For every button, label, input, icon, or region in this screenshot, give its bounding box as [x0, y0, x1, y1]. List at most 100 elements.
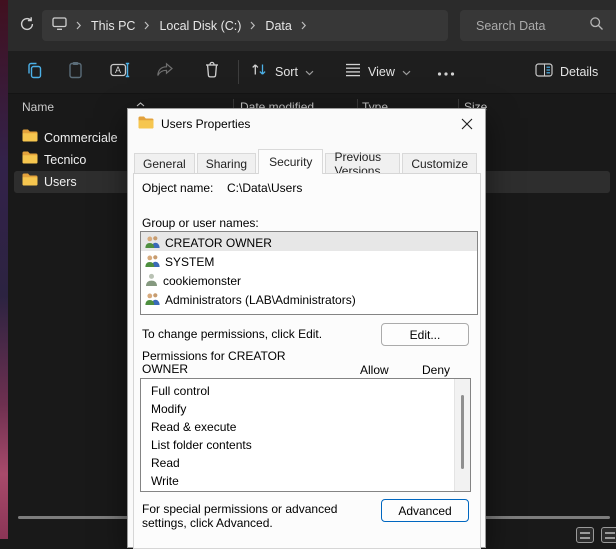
search-placeholder: Search Data [476, 19, 589, 33]
this-pc-icon [52, 17, 67, 35]
group-name: SYSTEM [165, 255, 214, 269]
view-button[interactable]: View [345, 51, 411, 93]
allow-column-label: Allow [360, 363, 389, 377]
command-toolbar: A Sort View [8, 51, 616, 94]
permission-read-execute[interactable]: Read & execute [141, 418, 470, 436]
more-icon [437, 63, 455, 81]
details-pane-button[interactable]: Details [535, 51, 598, 93]
breadcrumb-local-disk-c[interactable]: Local Disk (C:) [159, 19, 241, 33]
folder-icon [22, 129, 38, 147]
chevron-right-icon [144, 21, 150, 30]
rename-button[interactable]: A [103, 51, 137, 93]
permissions-for-label: Permissions for CREATOR OWNER [142, 350, 312, 376]
security-tab-page: Object name: C:\Data\Users Group or user… [133, 173, 481, 549]
scrollbar-thumb[interactable] [461, 395, 464, 469]
permission-list-folder-contents[interactable]: List folder contents [141, 436, 470, 454]
group-name: Administrators (LAB\Administrators) [165, 293, 356, 307]
rename-icon: A [110, 62, 131, 83]
object-name-value: C:\Data\Users [227, 181, 302, 195]
paste-icon [67, 61, 84, 84]
navigation-bar: This PC Local Disk (C:) Data Search Data [8, 0, 616, 51]
close-button[interactable] [459, 117, 475, 133]
tab-previous-versions[interactable]: Previous Versions [325, 153, 400, 174]
desktop-wallpaper-edge [0, 0, 8, 539]
sort-icon [250, 62, 268, 82]
group-icon [145, 254, 160, 270]
folder-icon [138, 116, 154, 132]
group-name: cookiemonster [163, 274, 241, 288]
permission-full-control[interactable]: Full control [141, 382, 470, 400]
folder-icon [22, 173, 38, 191]
chevron-right-icon [76, 21, 82, 30]
advanced-button[interactable]: Advanced [381, 499, 469, 522]
copy-button[interactable] [20, 51, 50, 93]
vertical-scrollbar[interactable] [454, 379, 470, 491]
column-header-name[interactable]: Name [22, 100, 54, 114]
file-name: Users [44, 175, 77, 189]
group-item-cookiemonster[interactable]: cookiemonster [141, 270, 477, 289]
share-icon [156, 62, 174, 83]
sort-button[interactable]: Sort [250, 51, 314, 93]
folder-icon [22, 151, 38, 169]
dialog-tabstrip: General Sharing Security Previous Versio… [134, 149, 479, 174]
delete-button[interactable] [196, 51, 228, 93]
chevron-right-icon [250, 21, 256, 30]
breadcrumb-data[interactable]: Data [265, 19, 291, 33]
group-user-names-listbox[interactable]: CREATOR OWNER SYSTEM cookiemonster Admin… [140, 231, 478, 315]
dialog-title: Users Properties [161, 117, 250, 131]
share-button[interactable] [149, 51, 181, 93]
sort-label: Sort [275, 65, 298, 79]
user-icon [145, 273, 158, 289]
dialog-titlebar: Users Properties [128, 109, 485, 139]
details-pane-icon [535, 63, 553, 82]
edit-button-label: Edit... [410, 328, 441, 342]
toolbar-separator [238, 60, 239, 84]
breadcrumb-this-pc[interactable]: This PC [91, 19, 135, 33]
object-name-label: Object name: [142, 181, 213, 195]
file-name: Commerciale [44, 131, 118, 145]
group-icon [145, 292, 160, 308]
file-name: Tecnico [44, 153, 86, 167]
permission-modify[interactable]: Modify [141, 400, 470, 418]
view-icon [345, 63, 361, 82]
view-details-toggle-icon[interactable] [576, 527, 594, 543]
edit-hint: To change permissions, click Edit. [142, 327, 322, 341]
paste-button[interactable] [60, 51, 90, 93]
address-bar[interactable]: This PC Local Disk (C:) Data [42, 10, 448, 41]
chevron-right-icon [301, 21, 307, 30]
view-label: View [368, 65, 395, 79]
deny-column-label: Deny [422, 363, 450, 377]
tab-sharing[interactable]: Sharing [197, 153, 256, 174]
details-label: Details [560, 65, 598, 79]
edit-button[interactable]: Edit... [381, 323, 469, 346]
refresh-button[interactable] [18, 17, 36, 35]
copy-icon [26, 61, 44, 84]
permission-write[interactable]: Write [141, 472, 470, 490]
chevron-down-icon [305, 63, 314, 81]
more-options-button[interactable] [431, 51, 461, 93]
search-input[interactable]: Search Data [460, 10, 616, 41]
permissions-listbox[interactable]: Full control Modify Read & execute List … [140, 378, 471, 492]
group-name: CREATOR OWNER [165, 236, 272, 250]
close-icon [461, 118, 473, 133]
svg-text:A: A [115, 65, 121, 75]
chevron-down-icon [402, 63, 411, 81]
tab-general[interactable]: General [134, 153, 195, 174]
tab-customize[interactable]: Customize [402, 153, 477, 174]
group-item-administrators[interactable]: Administrators (LAB\Administrators) [141, 289, 477, 308]
tab-security[interactable]: Security [258, 149, 323, 174]
screen: { "navbar": { "breadcrumb": ["This PC", … [0, 0, 616, 539]
trash-icon [204, 61, 220, 83]
group-item-creator-owner[interactable]: CREATOR OWNER [141, 232, 477, 251]
permission-read[interactable]: Read [141, 454, 470, 472]
advanced-hint: For special permissions or advanced sett… [142, 502, 380, 530]
properties-dialog: Users Properties General Sharing Securit… [127, 108, 486, 548]
refresh-icon [19, 16, 35, 37]
permission-special-permissions[interactable]: Special permissions [141, 490, 470, 492]
view-thumbnails-toggle-icon[interactable] [601, 527, 616, 543]
group-item-system[interactable]: SYSTEM [141, 251, 477, 270]
advanced-button-label: Advanced [398, 504, 451, 518]
group-user-names-label: Group or user names: [142, 216, 259, 230]
search-icon[interactable] [589, 16, 604, 36]
group-icon [145, 235, 160, 251]
